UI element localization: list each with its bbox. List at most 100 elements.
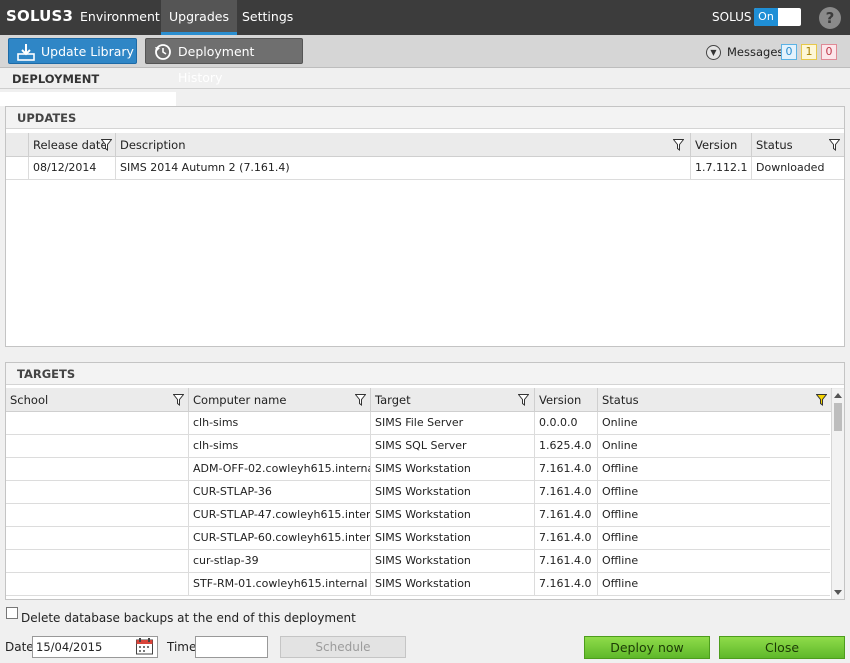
- target-cell: SIMS Workstation: [371, 573, 535, 595]
- column-status-label: Status: [602, 393, 639, 407]
- delete-backups-checkbox[interactable]: [6, 607, 18, 619]
- targets-title: TARGETS: [17, 367, 76, 381]
- date-label: Date: [5, 640, 34, 654]
- solus-toggle-label: SOLUS: [712, 10, 752, 24]
- time-label: Time: [167, 640, 197, 654]
- version-cell: 7.161.4.0: [535, 504, 598, 526]
- column-description[interactable]: Description: [116, 133, 691, 157]
- calendar-icon[interactable]: [135, 637, 154, 656]
- table-row[interactable]: CUR-STLAP-60.cowleyh615.internal SIMS Wor…: [6, 527, 832, 550]
- schedule-button[interactable]: Schedule: [280, 636, 406, 658]
- top-nav-bar: SOLUS3 Environment Upgrades Settings SOL…: [0, 0, 850, 35]
- deploy-now-button[interactable]: Deploy now: [584, 636, 710, 659]
- update-library-label: Update Library: [41, 44, 134, 59]
- deployment-history-button[interactable]: Deployment History: [145, 38, 303, 85]
- filter-icon[interactable]: [518, 394, 529, 406]
- filter-icon[interactable]: [673, 139, 684, 151]
- computer-name-cell: CUR-STLAP-47.cowleyh615.internal: [189, 504, 371, 526]
- table-row[interactable]: clh-sims SIMS SQL Server 1.625.4.0 Online: [6, 435, 832, 458]
- status-cell: Downloaded: [756, 161, 825, 174]
- updates-column-headers: Release date Description Version Status: [6, 133, 844, 157]
- download-icon: [17, 44, 35, 61]
- scroll-thumb[interactable]: [834, 403, 842, 431]
- chevron-down-icon[interactable]: ▼: [706, 45, 721, 60]
- column-target[interactable]: Target: [371, 388, 535, 412]
- messages-warning-badge[interactable]: 1: [801, 44, 817, 60]
- column-release-date[interactable]: Release date: [29, 133, 116, 157]
- column-school[interactable]: School: [6, 388, 189, 412]
- history-icon: [155, 44, 171, 60]
- updates-select-column[interactable]: [6, 133, 29, 157]
- column-version[interactable]: Version: [691, 133, 752, 157]
- solus-toggle[interactable]: On: [754, 8, 801, 26]
- filter-icon[interactable]: [816, 394, 827, 406]
- school-cell: [6, 458, 189, 480]
- updates-panel: UPDATES Release date Description Version…: [5, 106, 845, 347]
- table-row[interactable]: STF-RM-01.cowleyh615.internal SIMS Workst…: [6, 573, 832, 596]
- column-status-label: Status: [756, 138, 793, 152]
- target-cell: SIMS File Server: [371, 412, 535, 434]
- computer-name-cell: CUR-STLAP-36: [189, 481, 371, 503]
- nav-tab-upgrades[interactable]: Upgrades: [161, 0, 237, 35]
- release-date-cell: 08/12/2014: [29, 157, 116, 179]
- column-version[interactable]: Version: [535, 388, 598, 412]
- time-field[interactable]: [195, 636, 268, 658]
- table-row[interactable]: CUR-STLAP-47.cowleyh615.internal SIMS Wor…: [6, 504, 832, 527]
- status-cell: Offline: [598, 550, 832, 572]
- school-cell: [6, 504, 189, 526]
- column-computer-name-label: Computer name: [193, 393, 287, 407]
- computer-name-cell: CUR-STLAP-60.cowleyh615.internal: [189, 527, 371, 549]
- column-computer-name[interactable]: Computer name: [189, 388, 371, 412]
- scroll-up-icon[interactable]: [834, 393, 842, 398]
- row-selector[interactable]: [6, 157, 29, 179]
- table-row[interactable]: clh-sims SIMS File Server 0.0.0.0 Online: [6, 412, 832, 435]
- school-cell: [6, 550, 189, 572]
- messages-error-badge[interactable]: 0: [821, 44, 837, 60]
- tab-notch: [0, 92, 176, 106]
- nav-tab-environment[interactable]: Environment: [72, 0, 168, 35]
- target-cell: SIMS Workstation: [371, 504, 535, 526]
- version-cell: 7.161.4.0: [535, 481, 598, 503]
- table-row[interactable]: 08/12/2014 SIMS 2014 Autumn 2 (7.161.4) …: [6, 157, 844, 180]
- description-cell: SIMS 2014 Autumn 2 (7.161.4): [116, 157, 691, 179]
- version-cell: 1.625.4.0: [535, 435, 598, 457]
- table-row[interactable]: CUR-STLAP-36 SIMS Workstation 7.161.4.0 Off…: [6, 481, 832, 504]
- school-cell: [6, 573, 189, 595]
- targets-scrollbar[interactable]: [831, 389, 844, 599]
- nav-tab-settings[interactable]: Settings: [234, 0, 301, 35]
- close-button[interactable]: Close: [719, 636, 845, 659]
- computer-name-cell: cur-stlap-39: [189, 550, 371, 572]
- school-cell: [6, 481, 189, 503]
- computer-name-cell: ADM-OFF-02.cowleyh615.internal: [189, 458, 371, 480]
- delete-backups-label: Delete database backups at the end of th…: [21, 611, 356, 625]
- status-cell: Online: [598, 412, 832, 434]
- school-cell: [6, 527, 189, 549]
- column-status[interactable]: Status: [752, 133, 844, 157]
- updates-title: UPDATES: [17, 111, 77, 125]
- solus-toggle-state: On: [754, 8, 778, 26]
- status-cell: Offline: [598, 573, 832, 595]
- target-cell: SIMS SQL Server: [371, 435, 535, 457]
- scroll-down-icon[interactable]: [834, 590, 842, 595]
- school-cell: [6, 412, 189, 434]
- version-cell: 1.7.112.1: [691, 157, 752, 179]
- column-status[interactable]: Status: [598, 388, 832, 412]
- version-cell: 0.0.0.0: [535, 412, 598, 434]
- filter-icon[interactable]: [829, 139, 840, 151]
- computer-name-cell: clh-sims: [189, 412, 371, 434]
- computer-name-cell: STF-RM-01.cowleyh615.internal: [189, 573, 371, 595]
- filter-icon[interactable]: [173, 394, 184, 406]
- help-icon[interactable]: ?: [819, 7, 841, 29]
- updates-header: UPDATES: [6, 107, 844, 129]
- messages-info-badge[interactable]: 0: [781, 44, 797, 60]
- update-library-button[interactable]: Update Library: [8, 38, 137, 64]
- status-cell: Offline: [598, 504, 832, 526]
- app-brand: SOLUS3: [6, 7, 74, 25]
- title-divider: [0, 88, 850, 89]
- target-cell: SIMS Workstation: [371, 481, 535, 503]
- table-row[interactable]: cur-stlap-39 SIMS Workstation 7.161.4.0 Off…: [6, 550, 832, 573]
- version-cell: 7.161.4.0: [535, 550, 598, 572]
- filter-icon[interactable]: [101, 139, 112, 151]
- table-row[interactable]: ADM-OFF-02.cowleyh615.internal SIMS Works…: [6, 458, 832, 481]
- filter-icon[interactable]: [355, 394, 366, 406]
